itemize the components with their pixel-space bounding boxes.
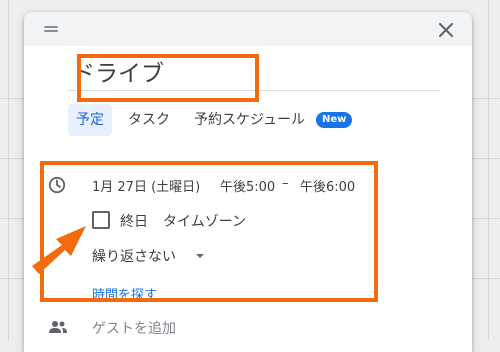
close-icon bbox=[439, 23, 453, 37]
arrow-pointer-icon bbox=[32, 226, 86, 274]
tab-event[interactable]: 予定 bbox=[68, 104, 112, 136]
tab-task[interactable]: タスク bbox=[128, 104, 170, 136]
calendar-grid-line bbox=[488, 0, 489, 340]
title-highlight-box bbox=[77, 54, 259, 102]
close-button[interactable] bbox=[432, 16, 460, 44]
calendar-grid-line bbox=[8, 0, 9, 340]
drag-handle-icon[interactable] bbox=[44, 25, 58, 33]
people-icon bbox=[49, 321, 67, 333]
add-guests-input[interactable]: ゲストを追加 bbox=[92, 318, 176, 338]
dialog-header bbox=[24, 12, 472, 46]
new-badge: New bbox=[316, 112, 353, 128]
tab-appointment-schedule[interactable]: 予約スケジュール bbox=[194, 104, 305, 136]
